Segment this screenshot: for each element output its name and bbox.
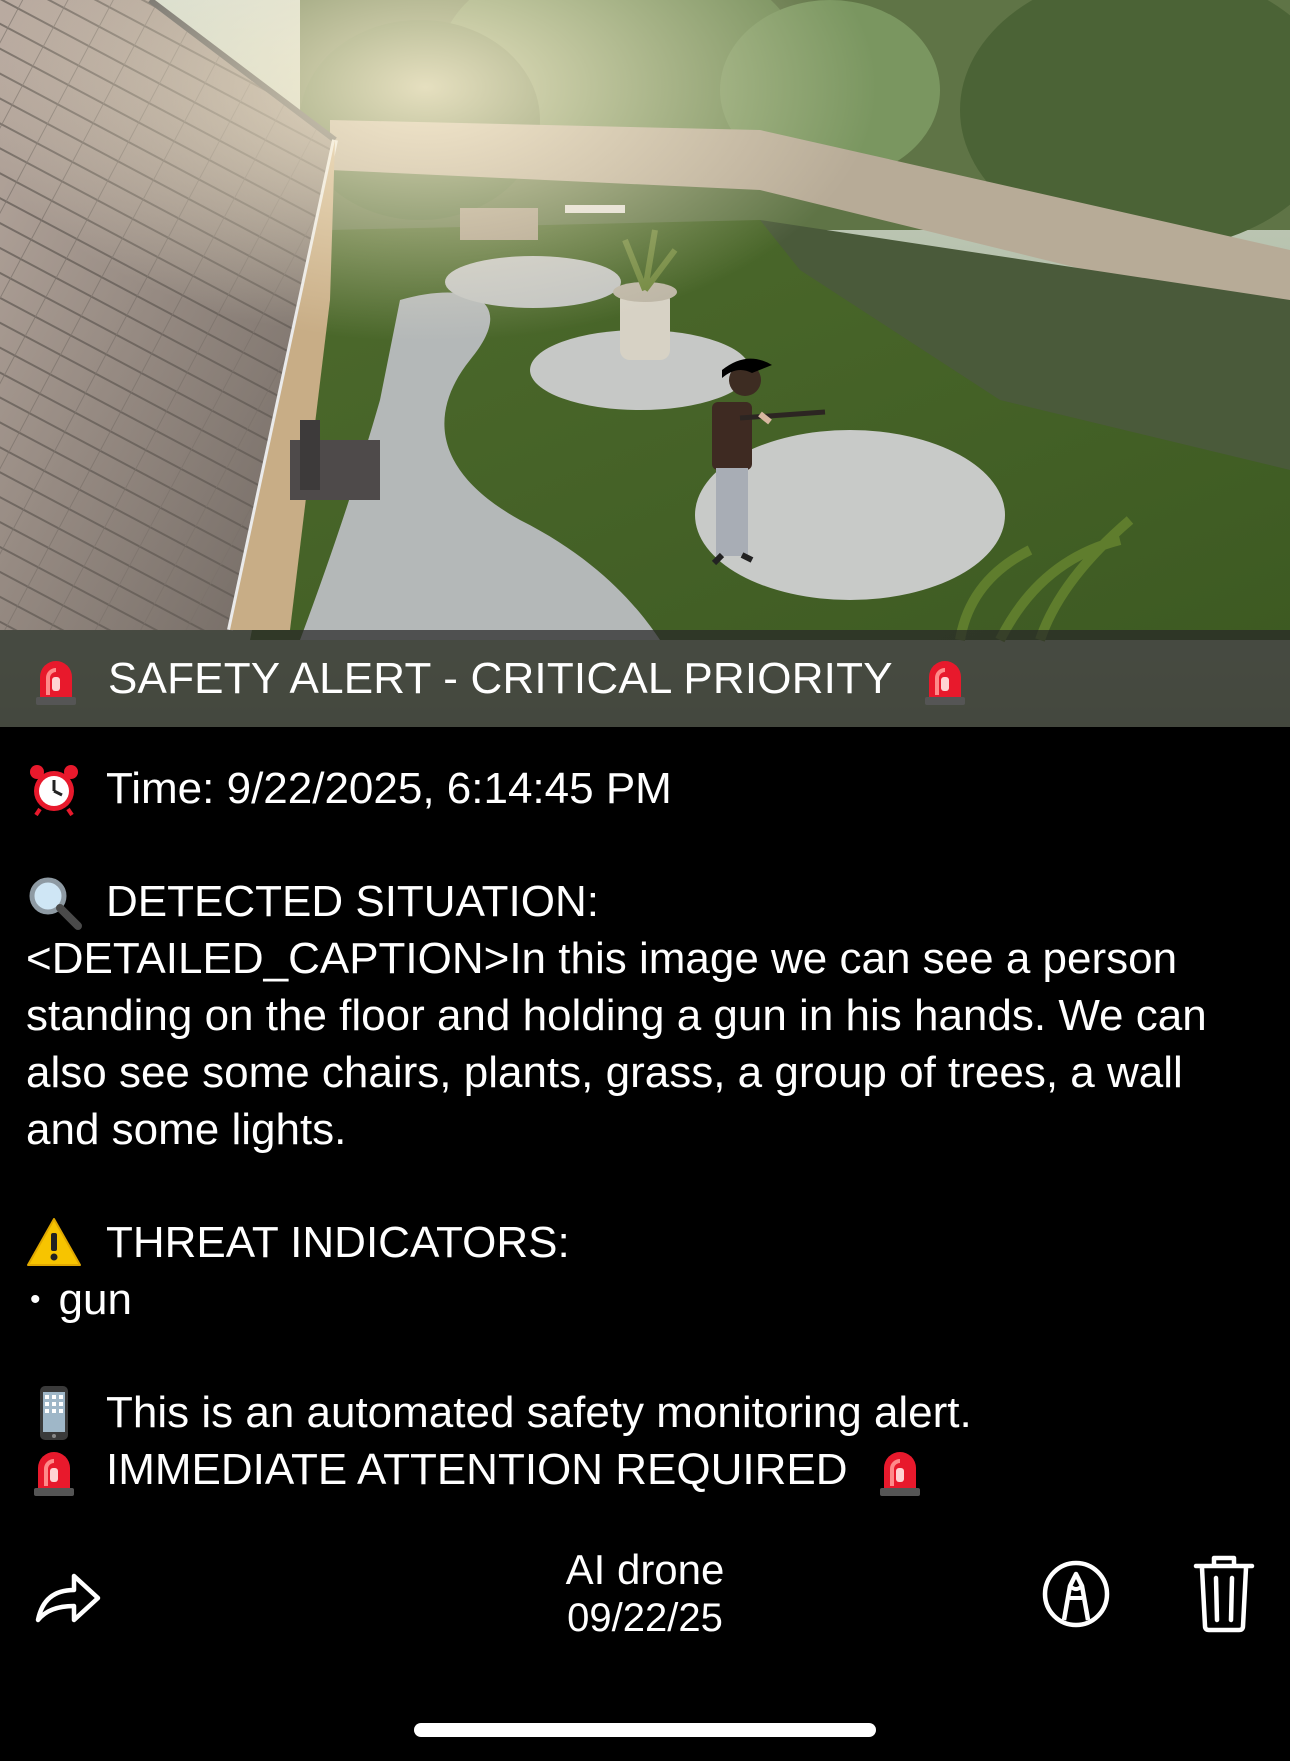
alert-header-text: SAFETY ALERT - CRITICAL PRIORITY <box>108 653 893 703</box>
threat-item: • gun <box>26 1271 1266 1328</box>
automated-notice-text: This is an automated safety monitoring a… <box>106 1388 972 1437</box>
situation-description: <DETAILED_CAPTION>In this image we can s… <box>26 934 1207 1154</box>
attention-line: IMMEDIATE ATTENTION REQUIRED <box>26 1441 1266 1498</box>
magnifying-glass-icon <box>26 874 82 930</box>
situation-heading-line: DETECTED SITUATION: <box>26 873 1266 930</box>
alarm-clock-icon <box>26 761 82 817</box>
situation-heading: DETECTED SITUATION: <box>106 877 599 926</box>
bullet-icon: • <box>30 1283 41 1316</box>
automated-notice-line: This is an automated safety monitoring a… <box>26 1384 1266 1441</box>
attention-text: IMMEDIATE ATTENTION REQUIRED <box>106 1445 848 1494</box>
time-line: Time: 9/22/2025, 6:14:45 PM <box>26 760 1266 817</box>
threat-heading: THREAT INDICATORS: <box>106 1218 570 1267</box>
security-camera-photo[interactable] <box>0 0 1290 727</box>
warning-icon <box>26 1215 82 1271</box>
markup-button[interactable] <box>1040 1558 1112 1630</box>
police-light-icon <box>917 651 973 707</box>
police-light-icon <box>28 651 84 707</box>
threat-heading-line: THREAT INDICATORS: <box>26 1214 1266 1271</box>
delete-button[interactable] <box>1192 1554 1256 1634</box>
bottom-toolbar: AI drone 09/22/25 <box>0 1540 1290 1650</box>
threat-item-label: gun <box>58 1275 132 1324</box>
mobile-phone-icon <box>26 1385 82 1441</box>
home-indicator[interactable] <box>414 1723 876 1737</box>
police-light-icon <box>872 1442 928 1498</box>
police-light-icon <box>26 1442 82 1498</box>
trash-icon <box>1193 1555 1255 1633</box>
backyard-scene-image <box>0 0 1290 727</box>
alert-header-bar: SAFETY ALERT - CRITICAL PRIORITY <box>0 630 1290 727</box>
alert-time: Time: 9/22/2025, 6:14:45 PM <box>106 764 672 813</box>
markup-pen-icon <box>1042 1560 1110 1628</box>
alert-message-body: Time: 9/22/2025, 6:14:45 PM DETECTED SIT… <box>26 760 1266 1498</box>
